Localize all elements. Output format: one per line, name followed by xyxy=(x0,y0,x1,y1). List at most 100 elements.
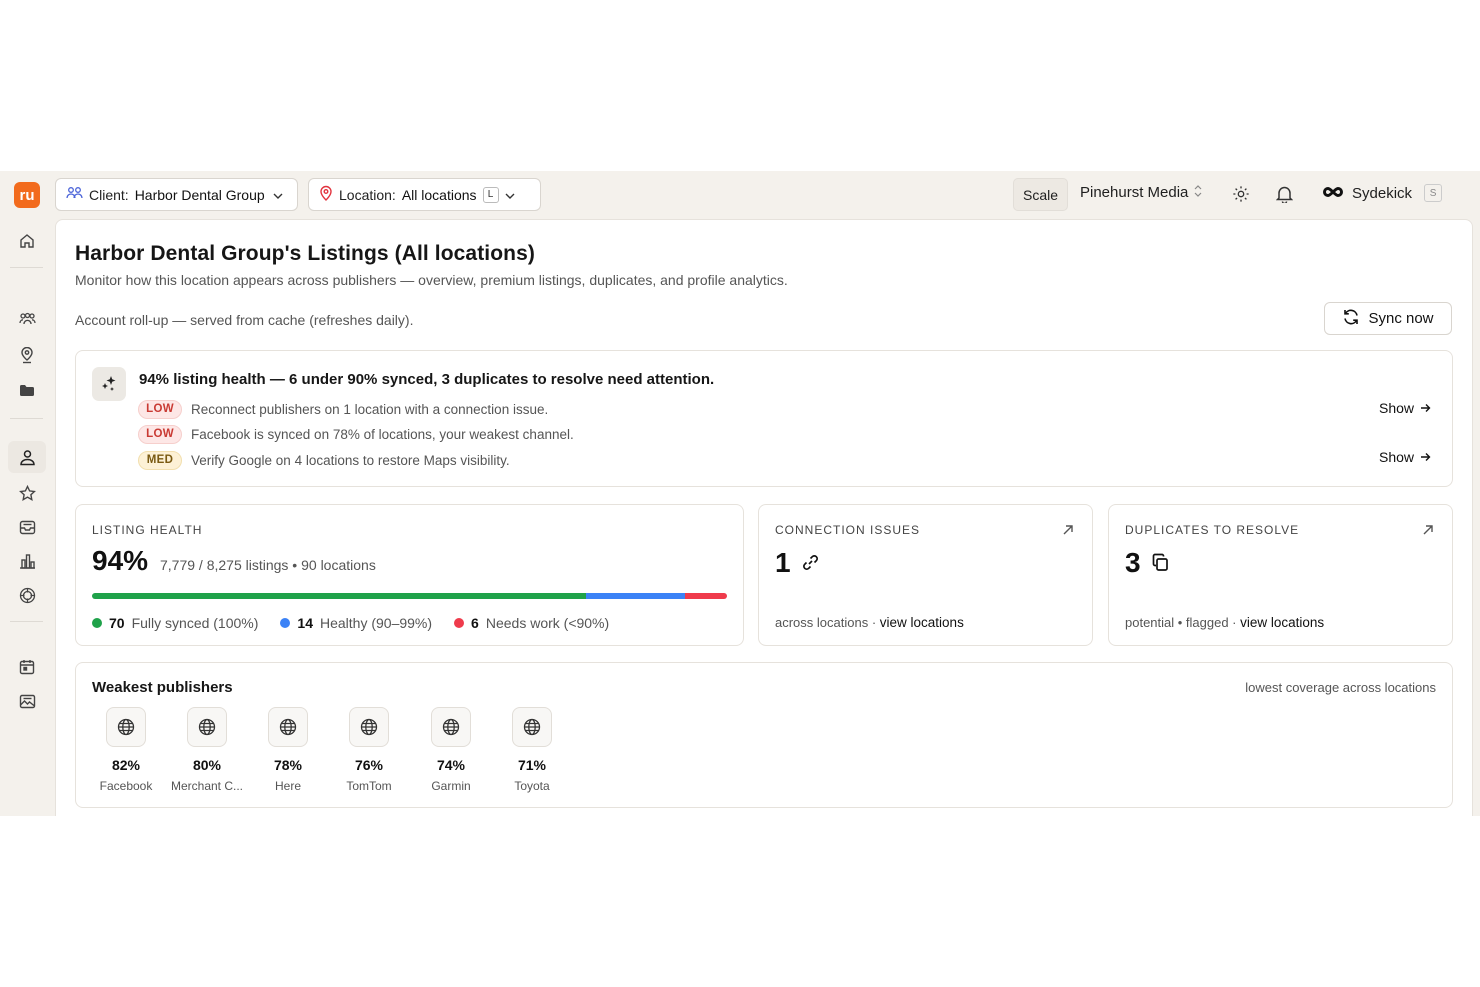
publisher-percent: 74% xyxy=(436,757,466,773)
refresh-icon xyxy=(1342,308,1360,330)
sync-now-label: Sync now xyxy=(1368,310,1434,327)
publisher-percent: 71% xyxy=(517,757,547,773)
location-pin-icon xyxy=(319,185,333,204)
calendar-icon[interactable] xyxy=(17,657,37,677)
publisher-name: TomTom xyxy=(346,779,392,793)
show-link[interactable]: Show xyxy=(1379,400,1431,416)
alert-text: Reconnect publishers on 1 location with … xyxy=(191,401,549,417)
chevron-down-icon xyxy=(505,187,515,203)
publisher-item[interactable]: 80% Merchant C... xyxy=(167,707,247,793)
show-link-label: Show xyxy=(1379,400,1415,416)
view-locations-link[interactable]: view locations xyxy=(880,615,964,630)
legend-label: Needs work (<90%) xyxy=(485,615,610,631)
legend-dot xyxy=(92,618,102,628)
plan-badge[interactable]: Scale xyxy=(1013,178,1068,211)
notifications-bell-icon[interactable] xyxy=(1274,184,1294,204)
inbox-icon[interactable] xyxy=(17,517,37,537)
globe-icon xyxy=(431,707,471,747)
publisher-name: Garmin xyxy=(431,779,471,793)
ai-swirl-icon[interactable] xyxy=(17,585,37,605)
duplicates-value-row: 3 xyxy=(1125,547,1170,579)
bar-segment-healthy xyxy=(585,593,685,599)
main-panel: Harbor Dental Group's Listings (All loca… xyxy=(55,219,1473,816)
location-selector[interactable]: Location: All locations L xyxy=(308,178,541,211)
view-locations-link[interactable]: view locations xyxy=(1240,615,1324,630)
duplicates-label: DUPLICATES TO RESOLVE xyxy=(1125,523,1300,537)
globe-icon xyxy=(106,707,146,747)
footer-text: potential • flagged · xyxy=(1125,615,1237,630)
legend-dot xyxy=(454,618,465,628)
publisher-percent: 76% xyxy=(354,757,384,773)
assistant-shortcut-key: S xyxy=(1424,184,1443,202)
connection-issues-value-row: 1 xyxy=(775,547,820,579)
show-link[interactable]: Show xyxy=(1379,449,1431,465)
users-icon[interactable] xyxy=(17,309,37,329)
sidebar xyxy=(0,217,55,816)
legend-dot xyxy=(280,618,291,628)
severity-badge: MED xyxy=(138,450,182,470)
star-icon[interactable] xyxy=(17,483,37,503)
duplicates-value: 3 xyxy=(1125,547,1141,578)
publisher-item[interactable]: 74% Garmin xyxy=(411,707,491,793)
arrow-up-right-icon[interactable] xyxy=(1422,523,1436,537)
publisher-item[interactable]: 82% Facebook xyxy=(86,707,166,793)
publisher-item[interactable]: 71% Toyota xyxy=(492,707,572,793)
client-value: Harbor Dental Group xyxy=(134,186,265,203)
legend-count: 70 xyxy=(109,615,125,631)
publisher-percent: 78% xyxy=(273,757,303,773)
publisher-item[interactable]: 76% TomTom xyxy=(329,707,409,793)
publisher-name: Toyota xyxy=(514,779,550,793)
alert-item: LOW Reconnect publishers on 1 location w… xyxy=(138,399,548,419)
publisher-item[interactable]: 78% Here xyxy=(248,707,328,793)
bar-segment-fully-synced xyxy=(92,593,586,599)
alert-text: Facebook is synced on 78% of locations, … xyxy=(191,426,574,442)
image-icon[interactable] xyxy=(17,691,37,711)
publisher-percent: 82% xyxy=(111,757,141,773)
alert-item: LOW Facebook is synced on 78% of locatio… xyxy=(138,424,574,444)
page-title: Harbor Dental Group's Listings (All loca… xyxy=(75,242,535,265)
rollup-note: Account roll-up — served from cache (ref… xyxy=(75,312,414,328)
location-pin-icon[interactable] xyxy=(17,345,37,365)
arrow-right-icon xyxy=(1420,400,1431,416)
listings-icon[interactable] xyxy=(17,447,37,467)
home-icon[interactable] xyxy=(17,231,37,251)
listing-health-percent: 94% xyxy=(92,545,149,576)
bar-chart-icon[interactable] xyxy=(17,551,37,571)
assistant-launcher[interactable]: Sydekick S xyxy=(1322,184,1443,202)
duplicates-card[interactable]: DUPLICATES TO RESOLVE 3 potential • flag… xyxy=(1108,504,1453,646)
chevron-down-icon xyxy=(273,187,283,203)
weakest-publishers-card: Weakest publishers lowest coverage acros… xyxy=(75,662,1453,808)
health-legend: 70 Fully synced (100%) 14 Healthy (90–99… xyxy=(92,615,609,631)
sync-now-button[interactable]: Sync now xyxy=(1324,302,1452,335)
severity-badge: LOW xyxy=(138,424,182,444)
globe-icon xyxy=(187,707,227,747)
globe-icon xyxy=(512,707,552,747)
legend-count: 14 xyxy=(297,615,313,631)
legend-item: 6 Needs work (<90%) xyxy=(454,615,609,631)
infinity-icon xyxy=(1322,185,1344,202)
connection-issues-footer: across locations · view locations xyxy=(775,615,964,630)
duplicates-footer: potential • flagged · view locations xyxy=(1125,615,1324,630)
location-value: All locations xyxy=(401,186,477,203)
folder-icon[interactable] xyxy=(17,380,37,400)
location-shortcut-key: L xyxy=(482,186,499,203)
publisher-percent: 80% xyxy=(192,757,222,773)
org-name: Pinehurst Media xyxy=(1080,184,1189,201)
weakest-publishers-note: lowest coverage across locations xyxy=(1245,680,1436,695)
arrow-up-right-icon[interactable] xyxy=(1062,523,1076,537)
connection-issues-label: CONNECTION ISSUES xyxy=(775,523,921,537)
location-label: Location: xyxy=(339,186,396,203)
client-label: Client: xyxy=(89,186,129,203)
globe-icon xyxy=(349,707,389,747)
org-switcher[interactable]: Pinehurst Media xyxy=(1080,184,1202,201)
publisher-name: Facebook xyxy=(99,779,153,793)
app-logo[interactable]: ru xyxy=(14,182,40,208)
arrow-right-icon xyxy=(1420,449,1431,465)
settings-gear-icon[interactable] xyxy=(1231,184,1251,204)
connection-issues-card[interactable]: CONNECTION ISSUES 1 across locations · v… xyxy=(758,504,1093,646)
connection-issues-value: 1 xyxy=(775,547,791,578)
app-shell: ru Client: Harbor Dental Group Location:… xyxy=(0,171,1480,816)
listing-health-label: LISTING HEALTH xyxy=(92,523,203,537)
assistant-name: Sydekick xyxy=(1352,184,1413,202)
client-selector[interactable]: Client: Harbor Dental Group xyxy=(55,178,298,211)
